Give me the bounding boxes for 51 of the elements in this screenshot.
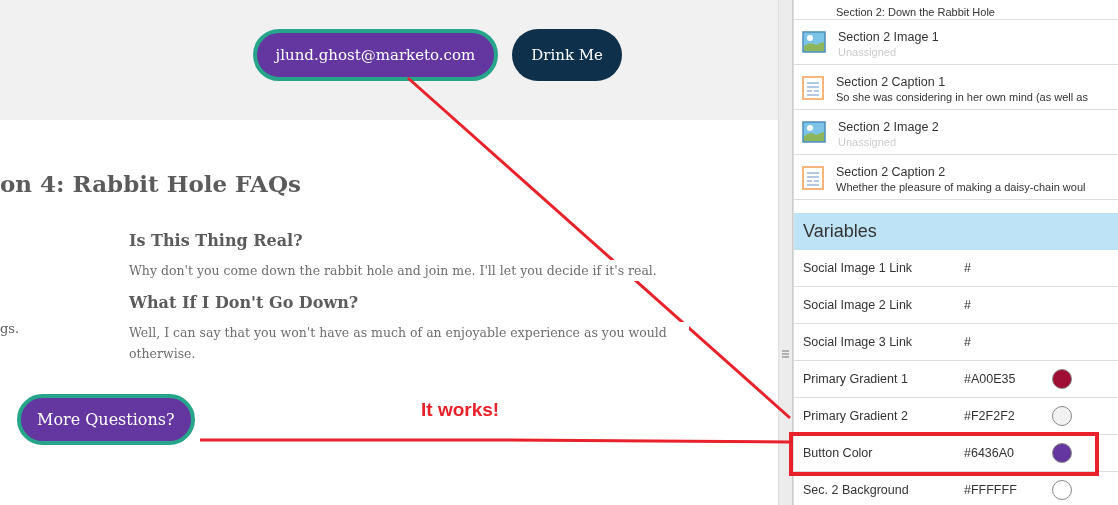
item-title: Section 2 Caption 2 [836,164,947,180]
variable-value: #FFFFFF [964,483,1018,497]
variable-value: #A00E35 [964,372,1017,386]
list-item[interactable]: Section 2: Down the Rabbit Hole [794,0,1118,20]
list-item[interactable]: Section 2 Caption 2 Whether the pleasure of making a daisy-chain woul [794,155,1118,200]
variable-row[interactable]: Sec. 2 Background #FFFFFF [794,472,1118,505]
text-block-icon [802,166,824,190]
color-swatch[interactable] [1052,480,1072,500]
variable-name: Social Image 2 Link [803,298,914,312]
variable-name: Primary Gradient 2 [803,409,909,423]
panel-splitter[interactable] [778,0,793,505]
variable-name: Sec. 2 Background [803,483,910,497]
color-swatch[interactable] [1052,369,1072,389]
color-swatch[interactable] [1052,406,1072,426]
variable-value: # [964,335,972,349]
item-title: Section 2 Image 1 [838,29,939,45]
item-title: Section 2 Image 2 [838,119,939,135]
variable-row[interactable]: Button Color #6436A0 [794,435,1118,472]
section-heading: on 4: Rabbit Hole FAQs [0,170,302,197]
list-item[interactable]: Section 2 Caption 1 So she was considering in her own mind (as well as [794,65,1118,110]
variable-value: # [964,298,972,312]
image-icon [802,121,826,143]
faq-answer: Why don't you come down the rabbit hole and join me. I'll let you decide if it's real. [129,260,657,281]
faq-question: What If I Don't Go Down? [129,293,360,312]
annotation-text: It works! [421,399,500,421]
item-subtitle: Section 2: Down the Rabbit Hole [836,5,995,19]
variable-name: Button Color [803,446,874,460]
image-icon [802,31,826,53]
variable-name: Primary Gradient 1 [803,372,909,386]
variable-row[interactable]: Primary Gradient 1 #A00E35 [794,361,1118,398]
variable-row[interactable]: Social Image 1 Link # [794,250,1118,287]
variable-name: Social Image 3 Link [803,335,914,349]
header-button[interactable]: Drink Me [512,29,622,81]
item-title: Section 2 Caption 1 [836,74,947,90]
variable-row[interactable]: Social Image 3 Link # [794,324,1118,361]
variable-value: #6436A0 [964,446,1016,460]
item-subtitle: Whether the pleasure of making a daisy-chain woul [836,180,1086,194]
variable-name: Social Image 1 Link [803,261,914,275]
variable-row[interactable]: Social Image 2 Link # [794,287,1118,324]
paragraph-fragment: gs. [0,321,20,336]
item-subtitle: So she was considering in her own mind (as well as [836,90,1088,104]
color-swatch[interactable] [1052,443,1072,463]
variable-value: #F2F2F2 [964,409,1016,423]
variable-value: # [964,261,972,275]
text-block-icon [802,76,824,100]
panel-title: Variables [803,221,877,242]
more-questions-button[interactable]: More Questions? [17,394,195,445]
faq-question: Is This Thing Real? [129,231,304,250]
variable-row[interactable]: Primary Gradient 2 #F2F2F2 [794,398,1118,435]
header-button[interactable]: jlund.ghost@marketo.com [252,29,499,81]
grip-icon[interactable] [782,349,789,358]
